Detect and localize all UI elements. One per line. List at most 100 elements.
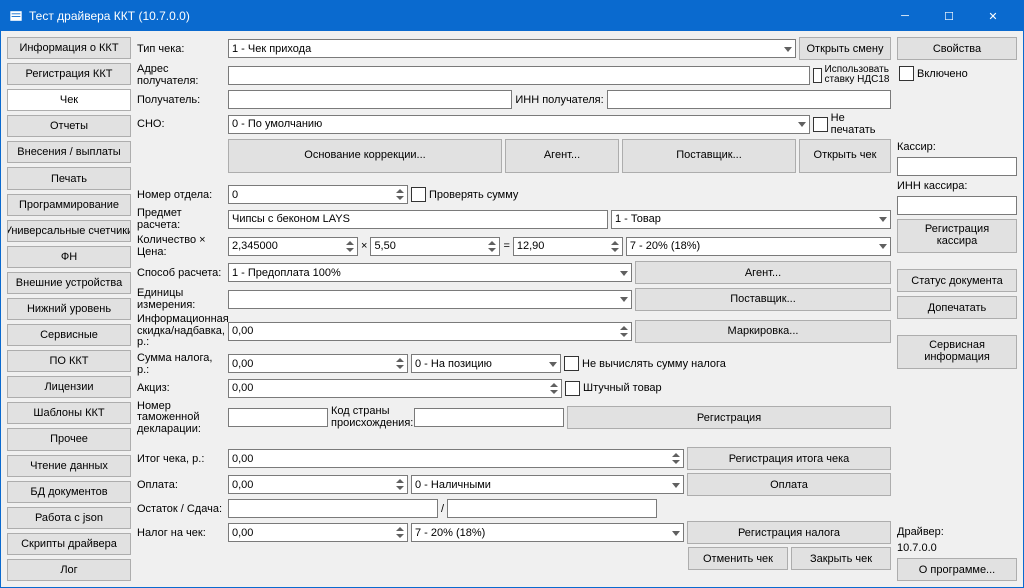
sidebar-item-4[interactable]: Внесения / выплаты: [7, 141, 131, 163]
excise-label: Акциз:: [137, 382, 225, 394]
sidebar-item-8[interactable]: ФН: [7, 246, 131, 268]
sidebar-item-9[interactable]: Внешние устройства: [7, 272, 131, 294]
agent2-button[interactable]: Агент...: [635, 261, 891, 284]
pay-method-select[interactable]: 1 - Предоплата 100%: [228, 263, 632, 282]
piece-good-label: Штучный товар: [583, 382, 662, 394]
sidebar-item-7[interactable]: Универсальные счетчики: [7, 220, 131, 242]
origin-code-input[interactable]: [414, 408, 564, 427]
dont-print-checkbox[interactable]: [813, 117, 828, 132]
check-total-spin[interactable]: 0,00: [228, 449, 684, 468]
cashier-reg-button[interactable]: Регистрация кассира: [897, 219, 1017, 253]
print-more-button[interactable]: Допечатать: [897, 296, 1017, 319]
info-discount-spin[interactable]: 0,00: [228, 322, 632, 341]
cancel-check-button[interactable]: Отменить чек: [688, 547, 788, 570]
piece-good-checkbox[interactable]: [565, 381, 580, 396]
minimize-button[interactable]: ─: [883, 1, 927, 31]
sidebar-item-5[interactable]: Печать: [7, 167, 131, 189]
sidebar-item-6[interactable]: Программирование: [7, 194, 131, 216]
titlebar: Тест драйвера ККТ (10.7.0.0) ─ ☐ ✕: [1, 1, 1023, 31]
registration-button[interactable]: Регистрация: [567, 406, 891, 429]
tax-sum-mode-select[interactable]: 0 - На позицию: [411, 354, 561, 373]
sidebar-item-1[interactable]: Регистрация ККТ: [7, 63, 131, 85]
sidebar-item-2[interactable]: Чек: [7, 89, 131, 111]
reg-tax-button[interactable]: Регистрация налога: [687, 521, 891, 544]
subject-input[interactable]: [228, 210, 608, 229]
sidebar-item-15[interactable]: Прочее: [7, 428, 131, 450]
check-type-label: Тип чека:: [137, 43, 225, 55]
dept-no-label: Номер отдела:: [137, 189, 225, 201]
payment-amount-spin[interactable]: 0,00: [228, 475, 408, 494]
check-total-label: Итог чека, р.:: [137, 453, 225, 465]
payment-type-select[interactable]: 0 - Наличными: [411, 475, 684, 494]
origin-code-label: Код страны происхождения:: [331, 406, 411, 429]
sidebar-item-20[interactable]: Лог: [7, 559, 131, 581]
no-calc-tax-checkbox[interactable]: [564, 356, 579, 371]
cashier-inn-input[interactable]: [897, 196, 1017, 215]
remainder-label: Остаток / Сдача:: [137, 503, 225, 515]
use-vat18-checkbox[interactable]: [813, 68, 822, 83]
subject-type-select[interactable]: 1 - Товар: [611, 210, 891, 229]
open-shift-button[interactable]: Открыть смену: [799, 37, 891, 60]
app-icon: [9, 9, 23, 23]
cashier-label: Кассир:: [897, 141, 1017, 153]
driver-label: Драйвер:: [897, 526, 1017, 538]
tax-sum-spin[interactable]: 0,00: [228, 354, 408, 373]
marking-button[interactable]: Маркировка...: [635, 320, 891, 343]
times-sign: ×: [361, 240, 367, 252]
service-info-button[interactable]: Сервисная информация: [897, 335, 1017, 369]
sno-label: СНО:: [137, 118, 225, 130]
payment-label: Оплата:: [137, 479, 225, 491]
qty-spin[interactable]: 2,345000: [228, 237, 358, 256]
maximize-button[interactable]: ☐: [927, 1, 971, 31]
sidebar-item-10[interactable]: Нижний уровень: [7, 298, 131, 320]
open-check-button[interactable]: Открыть чек: [799, 139, 891, 173]
customs-no-label: Номер таможенной декларации:: [137, 401, 225, 436]
sidebar-item-19[interactable]: Скрипты драйвера: [7, 533, 131, 555]
units-label: Единицы измерения:: [137, 287, 225, 311]
sno-select[interactable]: 0 - По умолчанию: [228, 115, 810, 134]
sidebar-item-13[interactable]: Лицензии: [7, 376, 131, 398]
supplier-button[interactable]: Поставщик...: [622, 139, 796, 173]
reg-check-total-button[interactable]: Регистрация итога чека: [687, 447, 891, 470]
main-panel: Тип чека: 1 - Чек прихода Открыть смену …: [137, 37, 891, 581]
sidebar-item-14[interactable]: Шаблоны ККТ: [7, 402, 131, 424]
inn-recipient-input[interactable]: [607, 90, 891, 109]
vat-rate-select[interactable]: 7 - 20% (18%): [626, 237, 891, 256]
customs-no-input[interactable]: [228, 408, 328, 427]
check-type-select[interactable]: 1 - Чек прихода: [228, 39, 796, 58]
sidebar-item-11[interactable]: Сервисные: [7, 324, 131, 346]
sidebar-item-17[interactable]: БД документов: [7, 481, 131, 503]
recipient-input[interactable]: [228, 90, 512, 109]
about-button[interactable]: О программе...: [897, 558, 1017, 581]
driver-version: 10.7.0.0: [897, 542, 1017, 554]
tax-on-check-rate-select[interactable]: 7 - 20% (18%): [411, 523, 684, 542]
close-check-button[interactable]: Закрыть чек: [791, 547, 891, 570]
sidebar-item-12[interactable]: ПО ККТ: [7, 350, 131, 372]
sidebar-item-0[interactable]: Информация о ККТ: [7, 37, 131, 59]
units-select[interactable]: [228, 290, 632, 309]
window-title: Тест драйвера ККТ (10.7.0.0): [29, 9, 883, 23]
sidebar-item-3[interactable]: Отчеты: [7, 115, 131, 137]
tax-on-check-spin[interactable]: 0,00: [228, 523, 408, 542]
close-button[interactable]: ✕: [971, 1, 1015, 31]
total-spin[interactable]: 12,90: [513, 237, 623, 256]
cashier-input[interactable]: [897, 157, 1017, 176]
agent-button[interactable]: Агент...: [505, 139, 619, 173]
check-sum-checkbox[interactable]: [411, 187, 426, 202]
sidebar-item-16[interactable]: Чтение данных: [7, 455, 131, 477]
remainder-left-input[interactable]: [228, 499, 438, 518]
excise-spin[interactable]: 0,00: [228, 379, 562, 398]
properties-button[interactable]: Свойства: [897, 37, 1017, 60]
remainder-right-input[interactable]: [447, 499, 657, 518]
doc-status-button[interactable]: Статус документа: [897, 269, 1017, 292]
pay-method-label: Способ расчета:: [137, 267, 225, 279]
recipient-addr-input[interactable]: [228, 66, 810, 85]
enabled-checkbox[interactable]: [899, 66, 914, 81]
supplier2-button[interactable]: Поставщик...: [635, 288, 891, 311]
correction-basis-button[interactable]: Основание коррекции...: [228, 139, 502, 173]
payment-button[interactable]: Оплата: [687, 473, 891, 496]
sidebar-item-18[interactable]: Работа с json: [7, 507, 131, 529]
slash-sign: /: [441, 503, 444, 515]
price-spin[interactable]: 5,50: [370, 237, 500, 256]
dept-no-spin[interactable]: 0: [228, 185, 408, 204]
